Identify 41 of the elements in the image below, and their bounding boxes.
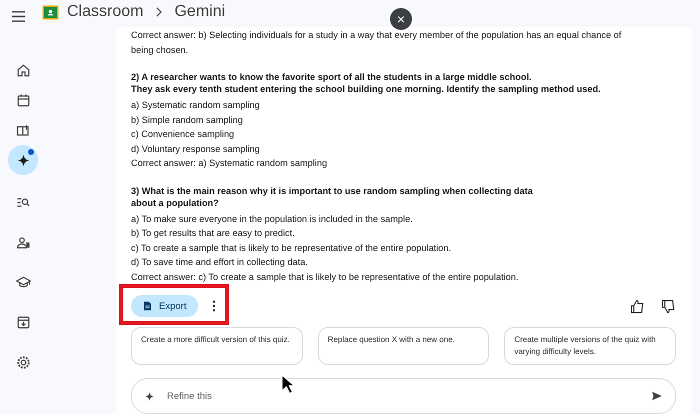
option-text: b) To get results that are easy to predict. bbox=[131, 227, 296, 240]
document-icon bbox=[143, 301, 152, 311]
option-text: d) To save time and effort in collecting data. bbox=[131, 256, 309, 269]
suggestion-chip[interactable]: Replace question X with a new one. bbox=[318, 327, 490, 365]
option-text: c) Convenience sampling bbox=[131, 128, 236, 141]
question-text: 2) A researcher wants to know the favorite sport of all the students in a large middle school. They ask every tenth student entering the school building one morning. Identify the sampling method used. bbox=[131, 71, 602, 95]
school-icon bbox=[16, 274, 30, 290]
send-icon[interactable] bbox=[651, 390, 663, 402]
refine-field[interactable]: Refine this bbox=[131, 378, 676, 414]
export-button[interactable]: Export bbox=[131, 295, 198, 317]
refine-input-field[interactable]: Refine this bbox=[165, 390, 641, 402]
sparkle-icon bbox=[144, 390, 155, 402]
classroom-logo-icon bbox=[42, 4, 59, 20]
close-button[interactable]: × bbox=[390, 8, 412, 30]
mouse-cursor-icon bbox=[281, 374, 294, 394]
archive-icon bbox=[16, 314, 30, 330]
thumbs-up-icon[interactable] bbox=[630, 298, 645, 314]
people-icon bbox=[16, 234, 30, 250]
suggestion-chip[interactable]: Create a more difficult version of this quiz. bbox=[131, 327, 303, 365]
settings-icon bbox=[16, 354, 30, 370]
menu-icon[interactable] bbox=[11, 9, 26, 24]
more-icon[interactable] bbox=[212, 300, 216, 312]
option-text: d) Voluntary response sampling bbox=[131, 142, 261, 156]
sparkle-icon bbox=[16, 152, 30, 168]
page-title: Gemini bbox=[174, 3, 226, 21]
option-text: a) To make sure everyone in the population is included in the sample. bbox=[131, 212, 414, 226]
option-text: a) Systematic random sampling bbox=[131, 99, 261, 112]
chevron-icon bbox=[155, 7, 162, 17]
app-title[interactable]: Classroom bbox=[67, 3, 144, 21]
thumbs-down-icon[interactable] bbox=[661, 298, 676, 314]
answer-text: Correct answer: b) Selecting individuals for a study in a way that every member of the population has an equal chance of being chosen. bbox=[131, 29, 622, 57]
option-text: b) Simple random sampling bbox=[131, 114, 244, 127]
option-text: c) To create a sample that is likely to be representative of the entire population. bbox=[131, 242, 452, 255]
question-text: 3) What is the main reason why it is important to use random sampling when collecting data about a population? bbox=[131, 184, 534, 208]
book-icon bbox=[16, 122, 30, 138]
suggestion-chip[interactable]: Create multiple versions of the quiz with varying difficulty levels. bbox=[504, 327, 676, 365]
calendar-icon bbox=[16, 92, 30, 108]
answer-text: Correct answer: c) To create a sample that is likely to be representative of the entire population. bbox=[131, 270, 520, 284]
home-icon bbox=[16, 62, 30, 78]
answer-text: Correct answer: a) Systematic random sampling bbox=[131, 157, 328, 170]
sparkle-nav-item[interactable] bbox=[8, 145, 38, 175]
